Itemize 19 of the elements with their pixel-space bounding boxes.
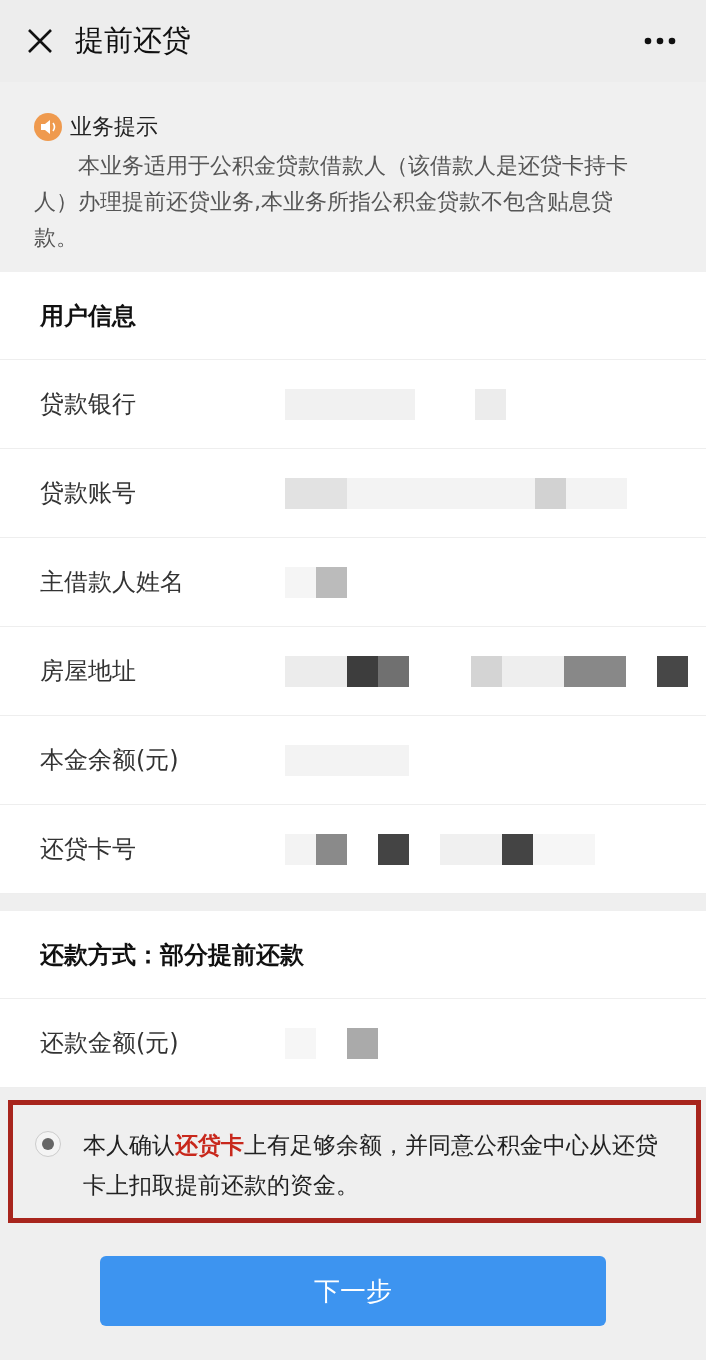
field-label: 主借款人姓名 [40,567,185,598]
notice-text: 本业务适用于公积金贷款借款人（该借款人是还贷卡持卡人）办理提前还贷业务,本业务所指公积金贷款不包含贴息贷款。 [34,152,629,252]
field-label: 还款金额(元) [40,1028,180,1059]
close-icon[interactable] [27,28,53,54]
confirm-text: 本人确认还贷卡上有足够余额，并同意公积金中心从还贷卡上扣取提前还款的资金。 [83,1131,659,1200]
field-label: 还贷卡号 [40,834,137,865]
radio-button[interactable] [35,1131,61,1157]
speaker-icon [34,113,62,141]
field-label: 本金余额(元) [40,745,180,776]
field-label: 房屋地址 [40,656,137,687]
field-label: 贷款银行 [40,389,137,420]
section-heading: 还款方式：部分提前还款 [40,939,304,971]
more-icon[interactable] [644,37,676,45]
field-label: 贷款账号 [40,478,137,509]
section-heading: 用户信息 [40,300,136,332]
notice-title: 业务提示 [70,113,158,141]
redacted-value [285,566,347,598]
page-title: 提前还贷 [75,22,192,59]
next-button[interactable]: 下一步 [100,1256,606,1326]
